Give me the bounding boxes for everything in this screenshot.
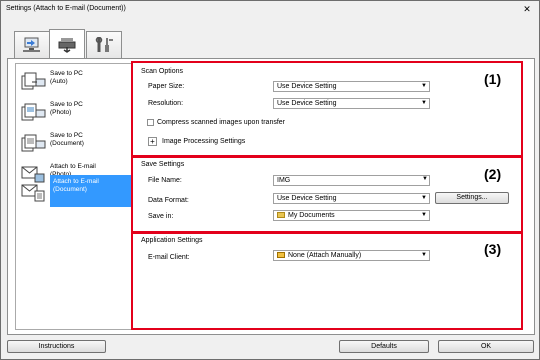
paper-size-select[interactable]: Use Device Setting ▼ xyxy=(273,81,430,92)
save-photo-icon xyxy=(21,103,46,121)
image-processing-label: Image Processing Settings xyxy=(162,138,246,145)
application-settings-title: Application Settings xyxy=(141,237,203,244)
tab-general-settings[interactable] xyxy=(86,31,122,58)
compress-label: Compress scanned images upon transfer xyxy=(157,119,286,126)
email-document-icon xyxy=(21,184,45,202)
warning-icon xyxy=(277,252,285,259)
list-item-label: Save to PC (Auto) xyxy=(50,70,83,85)
instructions-button[interactable]: Instructions xyxy=(7,340,106,353)
section-number-3: (3) xyxy=(484,241,502,257)
resolution-value: Use Device Setting xyxy=(277,100,337,107)
format-settings-button[interactable]: Settings... xyxy=(435,192,509,204)
section-number-1: (1) xyxy=(484,71,502,87)
application-settings-highlight xyxy=(131,232,523,330)
defaults-button[interactable]: Defaults xyxy=(339,340,429,353)
list-item-label: Save to PC (Document) xyxy=(50,132,84,147)
section-number-2: (2) xyxy=(484,166,502,182)
save-in-value: My Documents xyxy=(288,212,335,219)
save-settings-title: Save Settings xyxy=(141,161,185,168)
chevron-down-icon: ▼ xyxy=(421,195,427,201)
computer-scan-icon xyxy=(23,37,40,52)
list-item-label: Save to PC (Photo) xyxy=(50,101,83,116)
close-button[interactable]: ✕ xyxy=(521,4,533,15)
paper-size-value: Use Device Setting xyxy=(277,83,337,90)
chevron-down-icon: ▼ xyxy=(421,100,427,106)
email-client-label: E-mail Client: xyxy=(148,254,190,261)
chevron-down-icon[interactable]: ▼ xyxy=(420,175,430,186)
data-format-value: Use Device Setting xyxy=(277,195,337,202)
email-client-select[interactable]: None (Attach Manually) ▼ xyxy=(273,250,430,261)
scanner-panel-icon xyxy=(58,38,76,53)
tab-scan-from-computer[interactable] xyxy=(14,31,50,58)
list-item-attach-email-document[interactable]: Attach to E-mail (Document) xyxy=(16,175,133,208)
save-in-label: Save in: xyxy=(148,213,174,220)
save-in-select[interactable]: My Documents ▼ xyxy=(273,210,430,221)
email-client-value: None (Attach Manually) xyxy=(288,252,362,259)
list-item-save-to-pc-photo[interactable]: Save to PC (Photo) xyxy=(16,97,132,127)
compress-checkbox[interactable] xyxy=(147,119,154,126)
file-name-label: File Name: xyxy=(148,177,182,184)
paper-size-label: Paper Size: xyxy=(148,83,185,90)
chevron-down-icon: ▼ xyxy=(421,212,427,218)
save-to-pc-icon xyxy=(21,72,46,90)
title-bar: Settings (Attach to E-mail (Document)) ✕ xyxy=(1,1,539,18)
data-format-label: Data Format: xyxy=(148,197,189,204)
resolution-select[interactable]: Use Device Setting ▼ xyxy=(273,98,430,109)
settings-window: Settings (Attach to E-mail (Document)) ✕ xyxy=(0,0,540,360)
list-item-label: Attach to E-mail (Document) xyxy=(50,175,133,207)
chevron-down-icon: ▼ xyxy=(421,252,427,258)
list-item-save-to-pc-document[interactable]: Save to PC (Document) xyxy=(16,128,132,158)
file-name-value: IMG xyxy=(277,177,291,184)
ok-button[interactable]: OK xyxy=(438,340,534,353)
file-name-combo[interactable]: IMG ▼ xyxy=(273,175,430,186)
data-format-select[interactable]: Use Device Setting ▼ xyxy=(273,193,430,204)
expand-image-processing-button[interactable]: + xyxy=(148,137,157,146)
save-document-icon xyxy=(21,134,46,152)
tools-icon xyxy=(95,37,113,52)
scan-options-title: Scan Options xyxy=(141,68,184,75)
resolution-label: Resolution: xyxy=(148,100,184,107)
window-title: Settings (Attach to E-mail (Document)) xyxy=(6,5,126,12)
chevron-down-icon: ▼ xyxy=(421,83,427,89)
tab-scan-from-operation-panel[interactable] xyxy=(49,29,85,58)
list-item-save-to-pc-auto[interactable]: Save to PC (Auto) xyxy=(16,66,132,96)
scan-type-list: Save to PC (Auto) Save to PC (Photo) Sav… xyxy=(15,63,133,330)
folder-icon xyxy=(277,212,285,219)
